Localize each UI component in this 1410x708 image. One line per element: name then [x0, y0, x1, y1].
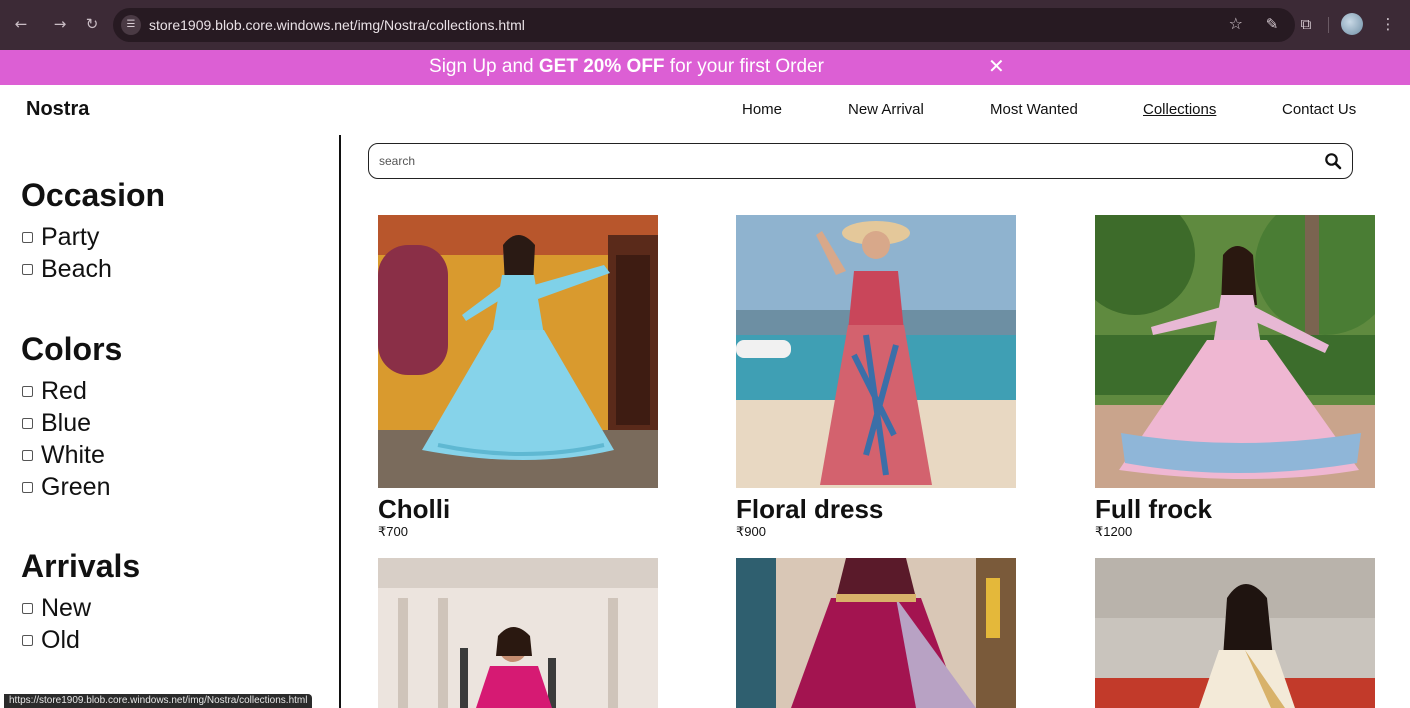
filter-label: Party	[41, 222, 100, 251]
product-image[interactable]	[736, 558, 1016, 708]
product-card-6[interactable]	[1095, 558, 1377, 708]
nav-collections[interactable]: Collections	[1143, 101, 1216, 118]
filter-label: White	[41, 440, 105, 469]
filter-label: Green	[41, 472, 111, 501]
checkbox[interactable]	[22, 449, 33, 461]
filter-option-green[interactable]: Green	[21, 471, 122, 503]
promo-highlight: GET 20% OFF	[538, 56, 665, 77]
filter-option-beach[interactable]: Beach	[21, 253, 165, 285]
search-input[interactable]	[379, 152, 1299, 170]
checkbox[interactable]	[22, 231, 33, 243]
product-card-full-frock[interactable]: Full frock ₹1200	[1095, 215, 1377, 540]
product-card-floral-dress[interactable]: Floral dress ₹900	[736, 215, 1018, 540]
filter-option-party[interactable]: Party	[21, 221, 165, 253]
nav-new-arrival[interactable]: New Arrival	[848, 101, 924, 118]
close-icon[interactable]: ✕	[988, 54, 1005, 78]
checkbox[interactable]	[22, 263, 33, 275]
product-name[interactable]: Full frock	[1095, 494, 1377, 524]
product-price: ₹1200	[1095, 524, 1133, 539]
filter-title-arrivals: Arrivals	[21, 548, 141, 584]
filter-title-colors: Colors	[21, 331, 123, 367]
product-card-4[interactable]	[378, 558, 660, 708]
promo-message: Sign Up and GET 20% OFF for your first O…	[0, 56, 1253, 78]
promo-prefix: Sign Up and	[429, 56, 539, 77]
search-icon[interactable]	[1324, 152, 1342, 170]
nav-contact-us[interactable]: Contact Us	[1282, 101, 1356, 118]
site-info-icon[interactable]: ☰	[121, 15, 141, 35]
filter-option-blue[interactable]: Blue	[21, 407, 122, 439]
sidebar-divider	[339, 135, 341, 708]
promo-suffix: for your first Order	[664, 56, 824, 77]
product-card-cholli[interactable]: Cholli ₹700	[378, 215, 660, 540]
filter-group-arrivals: Arrivals New Old	[21, 548, 140, 656]
browser-toolbar: ← → ↻ ☰ store1909.blob.core.windows.net/…	[0, 0, 1410, 50]
back-icon[interactable]: ←	[10, 13, 32, 35]
filter-label: Red	[41, 376, 87, 405]
toolbar-divider	[1328, 17, 1329, 33]
filter-label: Beach	[41, 254, 112, 283]
checkbox[interactable]	[22, 385, 33, 397]
nav-home[interactable]: Home	[742, 101, 782, 118]
address-url[interactable]: store1909.blob.core.windows.net/img/Nost…	[149, 17, 525, 33]
product-name[interactable]: Cholli	[378, 494, 660, 524]
reload-icon[interactable]: ↻	[81, 13, 103, 35]
nav-most-wanted[interactable]: Most Wanted	[990, 101, 1078, 118]
filter-option-red[interactable]: Red	[21, 375, 122, 407]
pen-icon[interactable]: ✎	[1262, 14, 1282, 34]
status-bar-url: https://store1909.blob.core.windows.net/…	[4, 694, 313, 708]
address-bar[interactable]: ☰ store1909.blob.core.windows.net/img/No…	[113, 8, 1295, 42]
product-image[interactable]	[1095, 558, 1375, 708]
filter-option-new[interactable]: New	[21, 592, 140, 624]
filter-group-occasion: Occasion Party Beach	[21, 177, 165, 285]
extensions-icon[interactable]: ⧉	[1296, 14, 1316, 34]
filter-label: New	[41, 593, 92, 622]
filter-label: Blue	[41, 408, 92, 437]
product-price: ₹900	[736, 524, 766, 539]
filter-option-white[interactable]: White	[21, 439, 122, 471]
product-card-5[interactable]	[736, 558, 1018, 708]
profile-avatar[interactable]	[1341, 13, 1363, 35]
filter-option-old[interactable]: Old	[21, 624, 140, 656]
filter-label: Old	[41, 625, 80, 654]
checkbox[interactable]	[22, 602, 33, 614]
promo-banner: Sign Up and GET 20% OFF for your first O…	[0, 50, 1410, 85]
main-nav: Home New Arrival Most Wanted Collections…	[0, 101, 1410, 121]
product-image[interactable]	[378, 558, 658, 708]
product-image[interactable]	[736, 215, 1016, 488]
product-name[interactable]: Floral dress	[736, 494, 1018, 524]
search-bar	[368, 143, 1353, 179]
checkbox[interactable]	[22, 417, 33, 429]
menu-kebab-icon[interactable]: ⋮	[1378, 14, 1398, 34]
bookmark-star-icon[interactable]: ☆	[1229, 14, 1243, 33]
checkbox[interactable]	[22, 481, 33, 493]
forward-icon[interactable]: →	[49, 13, 71, 35]
product-image[interactable]	[1095, 215, 1375, 488]
product-price: ₹700	[378, 524, 408, 539]
filter-group-colors: Colors Red Blue White Green	[21, 331, 122, 503]
filter-title-occasion: Occasion	[21, 177, 166, 213]
product-image[interactable]	[378, 215, 658, 488]
checkbox[interactable]	[22, 634, 33, 646]
